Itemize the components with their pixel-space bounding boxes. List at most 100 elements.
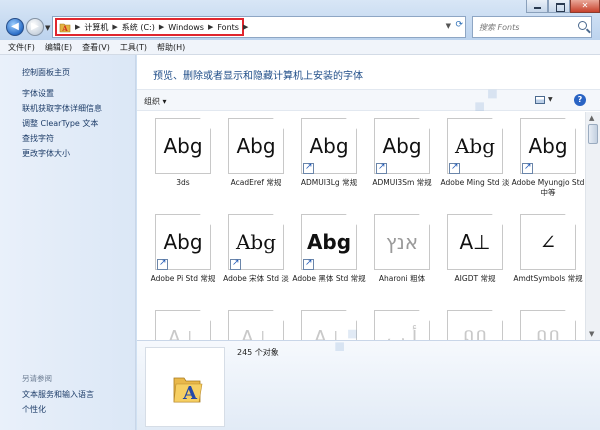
- maximize-button[interactable]: [548, 0, 570, 13]
- view-dropdown-icon[interactable]: ▼: [548, 96, 553, 103]
- search-box[interactable]: [472, 16, 592, 38]
- font-preview: ណ: [520, 310, 576, 340]
- scroll-down-arrow-icon[interactable]: ▼: [589, 330, 594, 338]
- minimize-button[interactable]: [526, 0, 548, 13]
- scrollbar-thumb[interactable]: [588, 124, 598, 144]
- sidebar-link-text-services[interactable]: 文本服务和输入语言: [22, 389, 94, 400]
- forward-button[interactable]: ▶: [26, 18, 44, 36]
- font-name-label: Adobe Ming Std 淡: [440, 178, 510, 187]
- font-tile[interactable]: Abg Adobe 宋体 Std 淡: [218, 214, 290, 304]
- shortcut-arrow-icon: [449, 162, 460, 174]
- breadcrumb-fonts[interactable]: Fonts: [217, 23, 239, 32]
- menu-bar: 文件(F) 编辑(E) 查看(V) 工具(T) 帮助(H): [0, 40, 600, 55]
- font-name-label: AmdtSymbols 常规: [513, 274, 583, 283]
- back-button[interactable]: ◀: [6, 18, 24, 36]
- organize-button[interactable]: 组织 ▾: [144, 96, 167, 107]
- sidebar-link-online-font-info[interactable]: 联机获取字体详细信息: [22, 103, 102, 114]
- refresh-icon[interactable]: ⟳: [455, 20, 463, 30]
- font-sample-text: A⊥: [313, 326, 345, 340]
- font-preview: A⊥: [301, 310, 357, 340]
- font-sample-text: Abg: [309, 134, 349, 158]
- sidebar-link-font-settings[interactable]: 字体设置: [22, 88, 54, 99]
- font-preview: ∠: [520, 214, 576, 270]
- address-bar[interactable]: A ▶ 计算机 ▶ 系统 (C:) ▶ Windows ▶ Fonts ▶ ▼ …: [52, 16, 466, 38]
- font-tile[interactable]: Abg Adobe Ming Std 淡: [437, 118, 509, 208]
- font-tile[interactable]: A⊥: [291, 310, 363, 340]
- sidebar: 控制面板主页 字体设置 联机获取字体详细信息 调整 ClearType 文本 查…: [0, 55, 136, 430]
- sidebar-link-adjust-cleartype[interactable]: 调整 ClearType 文本: [22, 118, 98, 129]
- breadcrumb-arrow-icon[interactable]: ▶: [112, 23, 117, 31]
- font-preview: أ ب: [374, 310, 430, 340]
- breadcrumb: ▶ 计算机 ▶ 系统 (C:) ▶ Windows ▶ Fonts ▶: [71, 17, 252, 37]
- breadcrumb-arrow-icon[interactable]: ▶: [159, 23, 164, 31]
- breadcrumb-system-c[interactable]: 系统 (C:): [122, 22, 155, 33]
- sidebar-link-change-font-size[interactable]: 更改字体大小: [22, 148, 70, 159]
- font-sample-text: A⊥: [240, 326, 272, 340]
- font-sample-text: Abg: [454, 134, 496, 158]
- fonts-folder-icon: A: [59, 23, 71, 33]
- breadcrumb-windows[interactable]: Windows: [168, 23, 204, 32]
- font-tile[interactable]: A⊥ AIGDT 常规: [437, 214, 509, 304]
- title-bar: ✕ ◀ ▶ ▼ A ▶ 计算机 ▶ 系统 (C:) ▶ Windows ▶ Fo…: [0, 0, 600, 40]
- font-tile[interactable]: Abg 3ds: [145, 118, 217, 208]
- font-tile[interactable]: Abg Adobe Pi Std 常规: [145, 214, 217, 304]
- font-tile[interactable]: Abg ADMUI3Lg 常规: [291, 118, 363, 208]
- font-name-label: AcadEref 常规: [230, 178, 282, 187]
- shortcut-arrow-icon: [230, 258, 241, 270]
- vertical-scrollbar[interactable]: ▲ ▼: [585, 112, 600, 340]
- font-tile[interactable]: ∠ AmdtSymbols 常规: [510, 214, 583, 304]
- sidebar-link-control-panel-home[interactable]: 控制面板主页: [22, 67, 70, 78]
- font-tile[interactable]: Abg ADMUI3Sm 常规: [364, 118, 436, 208]
- font-tile[interactable]: Abg Adobe Myungjo Std 中等: [510, 118, 585, 208]
- back-arrow-icon: ◀: [11, 21, 19, 32]
- shortcut-arrow-icon: [303, 258, 314, 270]
- font-tile[interactable]: A⊥: [218, 310, 290, 340]
- font-tile[interactable]: Abg AcadEref 常规: [218, 118, 290, 208]
- address-dropdown-icon[interactable]: ▼: [446, 22, 451, 30]
- fonts-folder-large-icon: A: [173, 377, 203, 404]
- font-name-label: Adobe Myungjo Std 中等: [511, 178, 585, 197]
- font-tile[interactable]: A⊥: [145, 310, 217, 340]
- font-name-label: Adobe 黑体 Std 常规: [292, 274, 366, 283]
- font-name-label: ADMUI3Lg 常规: [300, 178, 358, 187]
- change-view-icon[interactable]: [535, 96, 545, 104]
- search-input[interactable]: [473, 17, 573, 37]
- help-icon[interactable]: ?: [574, 94, 586, 106]
- font-name-label: 3ds: [176, 178, 190, 187]
- font-sample-text: ណ: [535, 324, 561, 340]
- font-sample-text: Abg: [236, 134, 276, 158]
- menu-view[interactable]: 查看(V): [82, 42, 110, 53]
- scroll-up-arrow-icon[interactable]: ▲: [589, 114, 594, 122]
- search-icon[interactable]: [578, 21, 587, 30]
- close-button[interactable]: ✕: [570, 0, 600, 13]
- font-sample-text: Abg: [528, 134, 568, 158]
- page-title: 预览、删除或者显示和隐藏计算机上安装的字体: [153, 71, 363, 82]
- details-thumbnail: A: [145, 347, 225, 427]
- shortcut-arrow-icon: [376, 162, 387, 174]
- breadcrumb-arrow-icon[interactable]: ▶: [243, 23, 248, 31]
- organize-label: 组织: [144, 97, 160, 106]
- font-sample-text: ∠: [539, 230, 557, 254]
- breadcrumb-arrow-icon[interactable]: ▶: [208, 23, 213, 31]
- sidebar-link-personalize[interactable]: 个性化: [22, 404, 46, 415]
- font-tile[interactable]: أ ب: [364, 310, 436, 340]
- menu-help[interactable]: 帮助(H): [157, 42, 185, 53]
- font-preview: A⊥: [228, 310, 284, 340]
- font-preview: Abg: [155, 118, 211, 174]
- font-sample-text: Abg: [235, 230, 277, 254]
- menu-edit[interactable]: 编辑(E): [45, 42, 72, 53]
- breadcrumb-computer[interactable]: 计算机: [84, 22, 108, 33]
- font-sample-text: אנץ: [385, 230, 419, 254]
- breadcrumb-arrow-icon[interactable]: ▶: [75, 23, 80, 31]
- menu-file[interactable]: 文件(F): [8, 42, 35, 53]
- sidebar-link-find-character[interactable]: 查找字符: [22, 133, 54, 144]
- font-tile[interactable]: ណ: [437, 310, 509, 340]
- font-tile[interactable]: אנץ Aharoni 粗体: [364, 214, 436, 304]
- font-tile[interactable]: ណ: [510, 310, 582, 340]
- shortcut-arrow-icon: [522, 162, 533, 174]
- font-preview: A⊥: [155, 310, 211, 340]
- recent-pages-dropdown-icon[interactable]: ▼: [45, 24, 50, 32]
- font-grid: Abg 3ds Abg AcadEref 常规 Abg ADMUI3Lg 常规 Abg ADM…: [137, 112, 585, 340]
- menu-tools[interactable]: 工具(T): [120, 42, 147, 53]
- font-tile[interactable]: Abg Adobe 黑体 Std 常规: [291, 214, 366, 304]
